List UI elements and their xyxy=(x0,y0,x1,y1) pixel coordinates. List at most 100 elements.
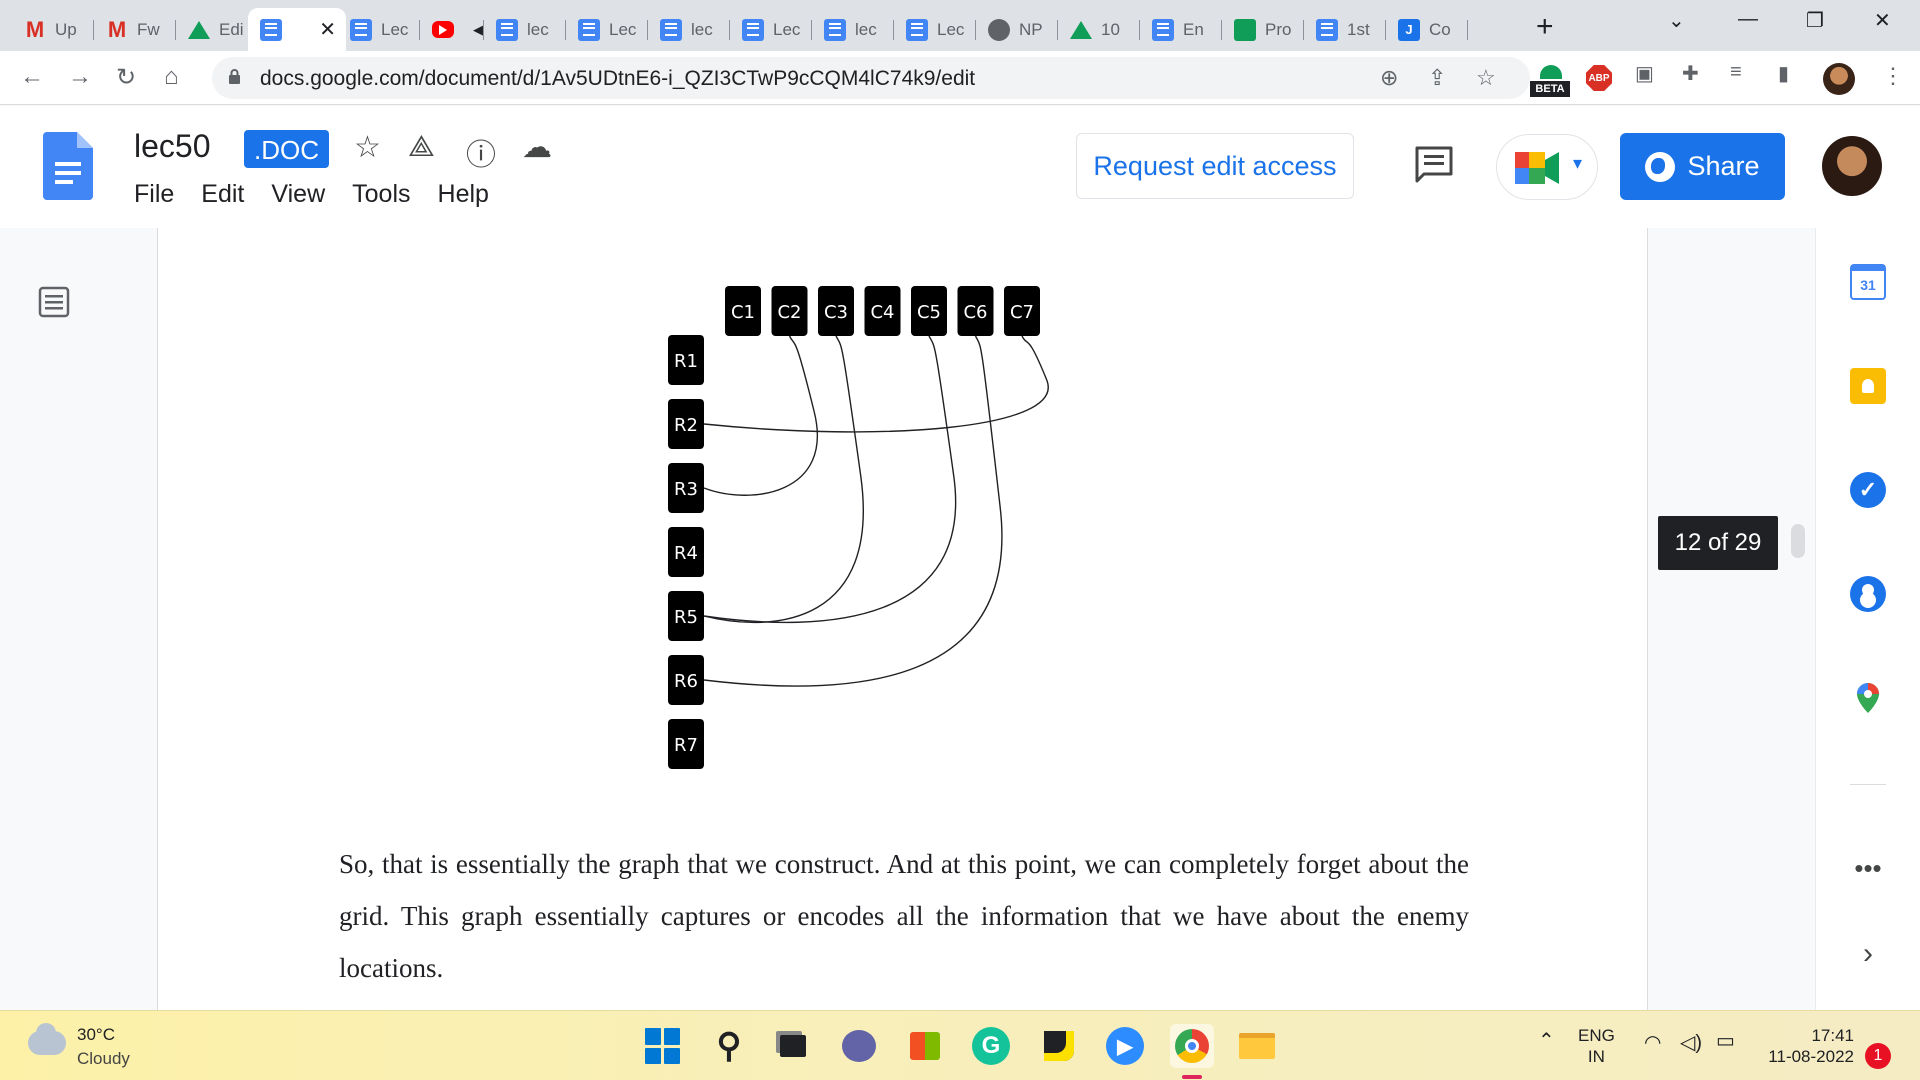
forward-icon[interactable]: → xyxy=(68,63,92,91)
column-node-label: C7 xyxy=(1010,302,1034,323)
browser-tab[interactable]: 10 xyxy=(1058,8,1140,51)
url-text[interactable]: docs.google.com/document/d/1Av5UDtnE6-i_… xyxy=(260,67,975,91)
notification-badge[interactable]: 1 xyxy=(1865,1043,1891,1069)
docs-logo-icon[interactable] xyxy=(43,132,93,200)
browser-menu-icon[interactable]: ⋮ xyxy=(1882,63,1904,89)
back-icon[interactable]: ← xyxy=(20,63,44,91)
browser-tab[interactable]: NP xyxy=(976,8,1058,51)
browser-tab[interactable]: Lec xyxy=(338,8,420,51)
microsoft-store-icon[interactable] xyxy=(906,1027,944,1065)
browser-tab[interactable]: M Fw xyxy=(94,8,176,51)
tab-search-icon[interactable]: ⌄ xyxy=(1668,8,1685,33)
row-node-label: R7 xyxy=(674,735,698,756)
browser-tab[interactable]: En xyxy=(1140,8,1222,51)
browser-tab[interactable]: lec xyxy=(648,8,730,51)
browser-tab[interactable]: 1st xyxy=(1304,8,1386,51)
document-title[interactable]: lec50 xyxy=(134,128,211,165)
show-hidden-icons-icon[interactable]: ⌃ xyxy=(1538,1031,1555,1052)
restore-icon[interactable]: ❐ xyxy=(1806,8,1824,33)
browser-tab[interactable]: M Up xyxy=(12,8,94,51)
gmail-icon: M xyxy=(25,16,45,42)
comments-icon[interactable] xyxy=(1414,146,1454,184)
page-counter: 12 of 29 xyxy=(1658,516,1778,570)
lock-icon[interactable] xyxy=(228,69,241,84)
minimize-icon[interactable]: — xyxy=(1738,8,1758,31)
wifi-icon[interactable]: ◠ xyxy=(1644,1033,1661,1054)
bookmark-star-icon[interactable]: ☆ xyxy=(1476,65,1496,91)
browser-tab-active[interactable]: ✕ xyxy=(248,8,346,51)
tasks-icon[interactable]: ✓ xyxy=(1850,472,1886,508)
extensions-puzzle-icon[interactable]: ✚ xyxy=(1682,61,1699,86)
search-icon[interactable]: ⚲ xyxy=(710,1027,748,1065)
keep-icon[interactable] xyxy=(1850,368,1886,404)
close-tab-icon[interactable]: ✕ xyxy=(319,17,336,42)
zoom-icon[interactable]: ⊕ xyxy=(1380,65,1398,91)
adblock-extension-icon[interactable]: ABP xyxy=(1586,65,1612,91)
menu-edit[interactable]: Edit xyxy=(201,180,244,209)
screen-capture-extension-icon[interactable]: ▣ xyxy=(1635,61,1654,86)
tab-title: 10 xyxy=(1101,19,1120,39)
calendar-icon[interactable]: 31 xyxy=(1850,264,1886,300)
cloud-status-icon[interactable]: ☁ xyxy=(522,130,552,165)
tab-title: Lec xyxy=(937,19,965,39)
teams-chat-icon[interactable] xyxy=(840,1027,878,1065)
body-paragraph[interactable]: So, that is essentially the graph that w… xyxy=(339,838,1469,994)
expand-panel-icon[interactable]: › xyxy=(1850,936,1886,972)
browser-tab[interactable]: ◀) xyxy=(420,8,484,51)
side-panel: 31 ✓ ••• › xyxy=(1815,228,1920,1010)
scrollbar-thumb[interactable] xyxy=(1791,524,1805,558)
account-avatar[interactable] xyxy=(1822,136,1882,196)
contacts-icon[interactable] xyxy=(1850,576,1886,612)
menu-file[interactable]: File xyxy=(134,180,174,209)
document-canvas[interactable]: C1 C2 C3 C4 C5 C6 C7 R1 R2 R3 R4 R5 R6 R7 So, that i… xyxy=(0,228,1815,1010)
browser-profile-avatar[interactable] xyxy=(1823,63,1855,95)
menu-view[interactable]: View xyxy=(271,180,325,209)
star-icon[interactable]: ☆ xyxy=(354,130,381,165)
meet-button[interactable]: ▾ xyxy=(1496,134,1598,200)
browser-tab[interactable]: Lec xyxy=(730,8,812,51)
file-format-badge: .DOC xyxy=(244,130,329,168)
task-view-icon[interactable] xyxy=(774,1027,812,1065)
address-bar[interactable]: docs.google.com/document/d/1Av5UDtnE6-i_… xyxy=(212,57,1530,99)
volume-icon[interactable]: ◁) xyxy=(1680,1033,1702,1054)
zoom-app-icon[interactable]: ▶ xyxy=(1106,1027,1144,1065)
browser-tab[interactable]: lec xyxy=(812,8,894,51)
clock[interactable]: 17:41 11-08-2022 xyxy=(1762,1025,1854,1067)
request-edit-access-button[interactable]: Request edit access xyxy=(1076,133,1354,199)
share-page-icon[interactable]: ⇪ xyxy=(1428,65,1446,91)
weather-temperature[interactable]: 30°C xyxy=(77,1025,115,1045)
share-button[interactable]: Share xyxy=(1620,133,1785,200)
home-icon[interactable]: ⌂ xyxy=(164,63,179,91)
close-window-icon[interactable]: ✕ xyxy=(1874,8,1891,33)
maps-icon[interactable] xyxy=(1850,680,1886,716)
browser-tab[interactable]: J Co xyxy=(1386,8,1468,51)
browser-tab[interactable]: Lec xyxy=(894,8,976,51)
grammarly-icon[interactable]: G xyxy=(972,1027,1010,1065)
cloud-icon[interactable] xyxy=(28,1023,66,1055)
reload-icon[interactable]: ↻ xyxy=(116,63,136,92)
info-icon[interactable]: ⓘ xyxy=(466,130,496,174)
file-explorer-icon[interactable] xyxy=(1238,1027,1276,1065)
docs-icon xyxy=(496,18,518,41)
side-panel-toggle-icon[interactable]: ▮ xyxy=(1778,61,1789,86)
document-page[interactable]: C1 C2 C3 C4 C5 C6 C7 R1 R2 R3 R4 R5 R6 R7 So, that i… xyxy=(157,228,1648,1010)
battery-icon[interactable]: ▭ xyxy=(1716,1031,1735,1052)
language-indicator[interactable]: ENG IN xyxy=(1578,1025,1615,1067)
browser-tab[interactable]: Edi xyxy=(176,8,258,51)
document-outline-icon[interactable] xyxy=(38,286,70,318)
more-addons-icon[interactable]: ••• xyxy=(1850,850,1886,886)
weather-description[interactable]: Cloudy xyxy=(77,1049,130,1069)
meet-icon xyxy=(1515,152,1559,184)
menu-tools[interactable]: Tools xyxy=(352,180,410,209)
browser-tab[interactable]: lec xyxy=(484,8,566,51)
start-icon[interactable] xyxy=(644,1027,682,1065)
move-to-drive-icon[interactable]: ⟁ xyxy=(408,130,435,164)
media-control-icon[interactable]: ≡ xyxy=(1730,61,1742,84)
new-tab-button[interactable]: + xyxy=(1536,10,1554,44)
sticky-notes-icon[interactable] xyxy=(1040,1027,1078,1065)
chrome-icon[interactable] xyxy=(1170,1024,1214,1068)
menu-help[interactable]: Help xyxy=(438,180,489,209)
beta-extension-icon[interactable]: BETA xyxy=(1530,63,1570,99)
browser-tab[interactable]: Lec xyxy=(566,8,648,51)
browser-tab[interactable]: Pro xyxy=(1222,8,1304,51)
